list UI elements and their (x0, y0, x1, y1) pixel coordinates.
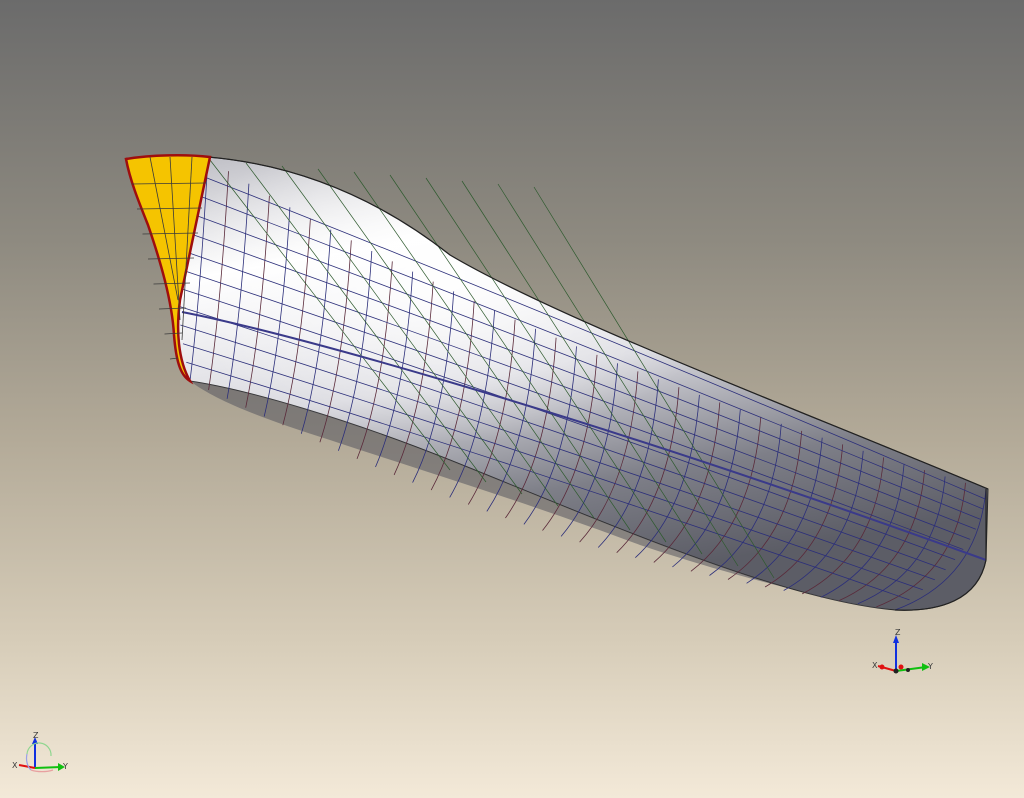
global-y-label: Y (62, 762, 68, 771)
global-axis-triad-icon: Z Y X (12, 731, 68, 773)
local-x-label: X (872, 661, 878, 670)
global-x-label: X (12, 761, 18, 770)
ship-hull-surface[interactable] (177, 156, 989, 611)
hull-model-scene[interactable]: Z Y X Z Y X (0, 0, 1024, 798)
global-z-label: Z (33, 731, 39, 740)
local-y-label: Y (927, 662, 933, 671)
local-z-label: Z (895, 628, 901, 637)
local-axis-triad-icon: Z Y X (872, 628, 933, 674)
3d-viewport[interactable]: Z Y X Z Y X (0, 0, 1024, 798)
